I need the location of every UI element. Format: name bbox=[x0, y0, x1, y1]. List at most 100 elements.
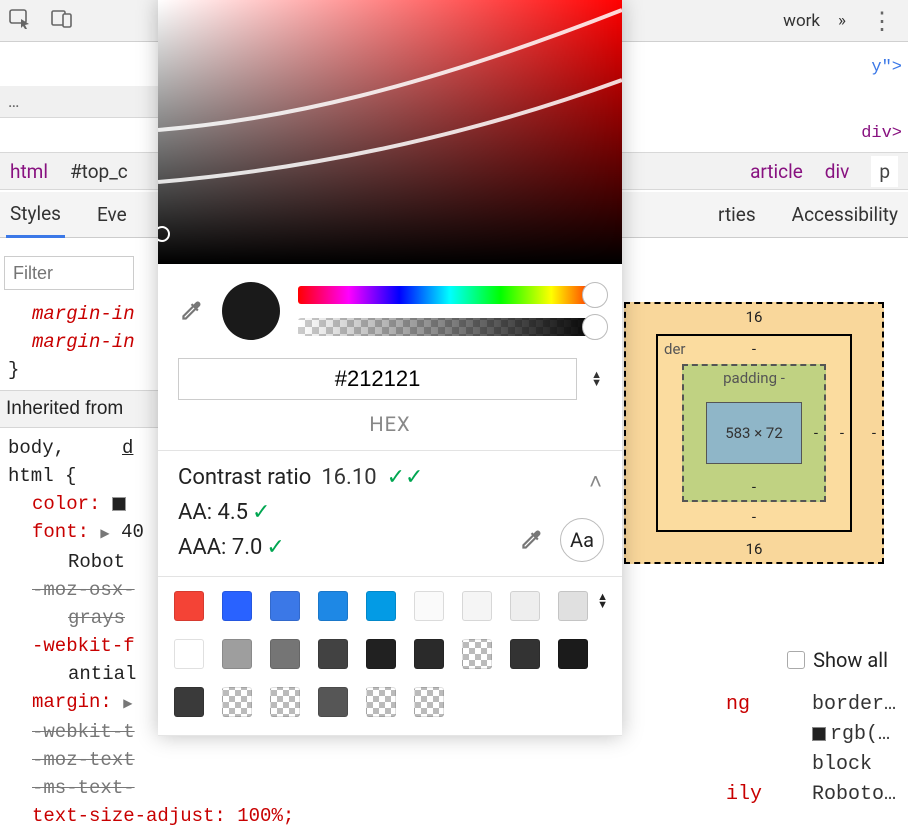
inspect-element-icon[interactable] bbox=[8, 7, 32, 34]
border-top-value: - bbox=[752, 340, 756, 358]
spectrum-handle[interactable] bbox=[158, 226, 170, 242]
style-declaration-overridden[interactable]: -ms-text- bbox=[8, 774, 162, 802]
style-declaration[interactable]: font: ▶ 40 bbox=[8, 518, 162, 548]
crumb-p-selected[interactable]: p bbox=[871, 156, 898, 187]
tab-network[interactable]: work bbox=[783, 11, 820, 31]
saturation-lightness-field[interactable] bbox=[158, 0, 622, 264]
color-swatch-icon[interactable] bbox=[112, 497, 126, 511]
style-declaration-overridden[interactable]: -moz-osx- bbox=[8, 576, 162, 604]
hue-slider-handle[interactable] bbox=[582, 282, 608, 308]
tabs-overflow-icon[interactable]: » bbox=[838, 11, 846, 31]
palette-swatch[interactable] bbox=[222, 687, 252, 717]
margin-bottom-value: 16 bbox=[746, 540, 763, 558]
style-declaration[interactable]: margin-in bbox=[8, 328, 162, 356]
computed-value: rgb(… bbox=[812, 720, 890, 750]
palette-swatch[interactable] bbox=[510, 639, 540, 669]
palette-swatch[interactable] bbox=[174, 591, 204, 621]
dom-div-fragment: div> bbox=[861, 124, 902, 143]
filter-row bbox=[4, 256, 134, 290]
style-declaration[interactable]: color: bbox=[8, 490, 162, 518]
box-model-diagram[interactable]: 16 16 - der - - - padding - - - 583 × 72 bbox=[624, 302, 884, 564]
device-mode-icon[interactable] bbox=[50, 7, 74, 34]
contrast-ratio-section: Contrast ratio 16.10 ✓✓ ˄ AA: 4.5✓ AAA: … bbox=[158, 451, 622, 576]
eyedropper-icon[interactable] bbox=[178, 298, 204, 324]
palette-swatch[interactable] bbox=[174, 639, 204, 669]
color-picker-popover: ▲▼ HEX Contrast ratio 16.10 ✓✓ ˄ AA: 4.5… bbox=[158, 0, 622, 736]
computed-value: Roboto… bbox=[812, 780, 896, 810]
palette-swatch[interactable] bbox=[318, 591, 348, 621]
palette-swatch[interactable] bbox=[558, 591, 588, 621]
palette-swatch[interactable] bbox=[414, 591, 444, 621]
show-all-checkbox[interactable] bbox=[787, 651, 805, 669]
computed-key[interactable]: ng bbox=[726, 690, 786, 720]
palette-spinner[interactable]: ▲▼ bbox=[597, 593, 608, 609]
color-format-label: HEX bbox=[158, 412, 622, 450]
check-icon: ✓ bbox=[266, 535, 284, 560]
margin-top-value: 16 bbox=[746, 308, 763, 326]
palette-swatch[interactable] bbox=[366, 639, 396, 669]
palette-swatch[interactable] bbox=[462, 591, 492, 621]
padding-label: padding - bbox=[723, 369, 785, 387]
computed-key[interactable]: ily bbox=[726, 780, 786, 810]
palette-swatch[interactable] bbox=[366, 591, 396, 621]
text-sample-button[interactable]: Aa bbox=[560, 518, 604, 562]
kebab-menu-icon[interactable]: ⋮ bbox=[864, 7, 900, 35]
palette-swatch[interactable] bbox=[414, 687, 444, 717]
palette-swatch[interactable] bbox=[270, 639, 300, 669]
collapse-chevron-icon[interactable]: ˄ bbox=[589, 469, 602, 495]
styles-filter-input[interactable] bbox=[4, 256, 134, 290]
tab-styles[interactable]: Styles bbox=[6, 192, 65, 238]
palette-swatch[interactable] bbox=[462, 639, 492, 669]
style-declaration[interactable]: text-size-adjust: 100%; bbox=[8, 802, 162, 830]
crumb-top-id[interactable]: #top_c bbox=[70, 160, 128, 183]
style-declaration[interactable]: margin: ▶ bbox=[8, 688, 162, 718]
color-value-input[interactable] bbox=[178, 358, 577, 400]
contrast-value: 16.10 bbox=[321, 465, 376, 490]
palette-swatch[interactable] bbox=[558, 639, 588, 669]
check-icon: ✓ bbox=[252, 500, 270, 525]
expand-triangle-icon[interactable]: ▶ bbox=[123, 697, 132, 711]
palette-swatch[interactable] bbox=[318, 639, 348, 669]
dom-body-fragment: y"> bbox=[871, 58, 902, 77]
palette-swatch[interactable] bbox=[318, 687, 348, 717]
rule-brace-close: } bbox=[8, 356, 162, 384]
background-eyedropper-icon[interactable] bbox=[518, 527, 544, 553]
expand-triangle-icon[interactable]: ▶ bbox=[100, 527, 109, 541]
crumb-html[interactable]: html bbox=[10, 160, 48, 183]
palette-swatch[interactable] bbox=[222, 639, 252, 669]
palette-swatch[interactable] bbox=[414, 639, 444, 669]
crumb-article[interactable]: article bbox=[750, 160, 803, 183]
padding-bottom-value: - bbox=[752, 478, 756, 496]
rule-selector[interactable]: body, d bbox=[8, 434, 162, 462]
alpha-slider-handle[interactable] bbox=[582, 314, 608, 340]
inherited-from-header: Inherited from bbox=[0, 390, 170, 428]
palette-swatch[interactable] bbox=[270, 687, 300, 717]
dom-collapsed-bar[interactable]: … bbox=[0, 86, 158, 118]
current-color-swatch bbox=[222, 282, 280, 340]
color-format-spinner[interactable]: ▲▼ bbox=[591, 371, 602, 387]
style-declaration-overridden[interactable]: -moz-text bbox=[8, 746, 162, 774]
hue-slider[interactable] bbox=[298, 286, 602, 304]
tab-accessibility[interactable]: Accessibility bbox=[788, 193, 902, 236]
rule-selector[interactable]: html { bbox=[8, 462, 162, 490]
style-value: Robot bbox=[8, 548, 162, 576]
style-value: antial bbox=[8, 660, 162, 688]
palette-swatch[interactable] bbox=[222, 591, 252, 621]
tab-properties[interactable]: rties bbox=[714, 193, 760, 236]
padding-right-value: - bbox=[814, 424, 818, 442]
palette-swatch[interactable] bbox=[174, 687, 204, 717]
crumb-div[interactable]: div bbox=[825, 160, 850, 183]
palette-swatch[interactable] bbox=[510, 591, 540, 621]
palette-swatch[interactable] bbox=[270, 591, 300, 621]
computed-value: border… bbox=[812, 690, 896, 720]
style-declaration[interactable]: margin-in bbox=[8, 300, 162, 328]
margin-right-value: - bbox=[872, 424, 876, 442]
content-dimensions: 583 × 72 bbox=[706, 402, 802, 464]
color-palette: ▲▼ bbox=[158, 577, 622, 735]
tab-event-listeners[interactable]: Eve bbox=[93, 193, 131, 236]
color-swatch-icon[interactable] bbox=[812, 727, 826, 741]
alpha-slider[interactable] bbox=[298, 318, 602, 336]
palette-swatch[interactable] bbox=[366, 687, 396, 717]
style-declaration-overridden[interactable]: -webkit-t bbox=[8, 718, 162, 746]
style-declaration[interactable]: -webkit-f bbox=[8, 632, 162, 660]
